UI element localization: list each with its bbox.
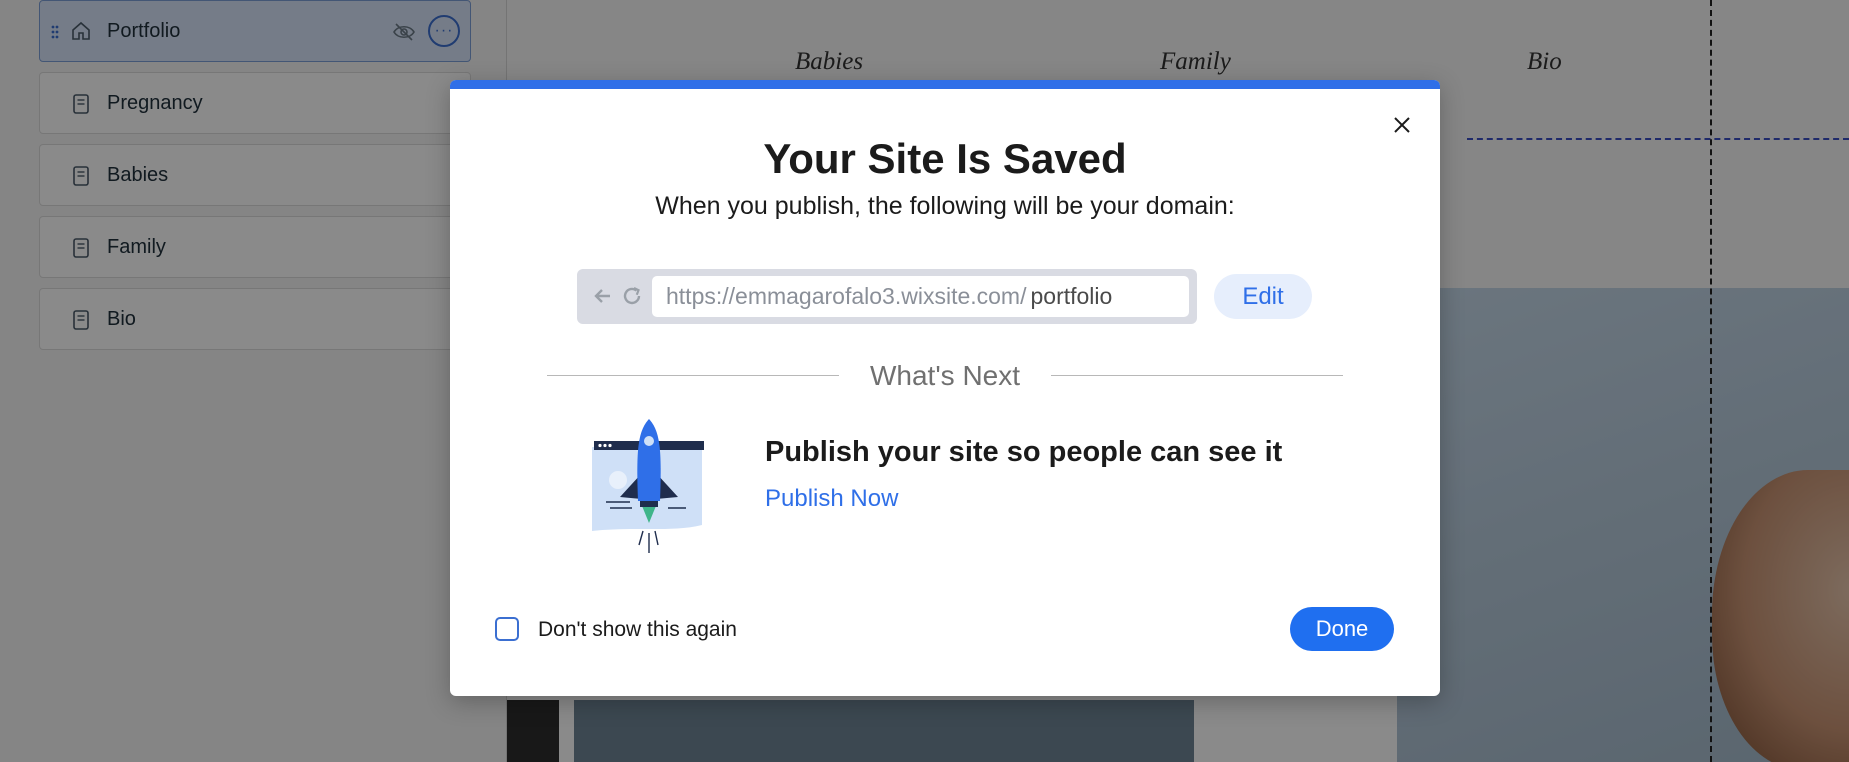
whats-next-heading: What's Next (869, 360, 1021, 391)
divider-left (547, 375, 839, 376)
dialog-title: Your Site Is Saved (763, 135, 1127, 182)
domain-url-base: https://emmagarofalo3.wixsite.com/ (666, 283, 1027, 309)
edit-domain-button[interactable]: Edit (1214, 274, 1312, 319)
divider-right (1051, 375, 1343, 376)
dialog-subtitle: When you publish, the following will be … (655, 192, 1235, 220)
dont-show-again-checkbox[interactable] (495, 617, 519, 641)
publish-heading: Publish your site so people can see it (765, 436, 1283, 468)
back-arrow-icon (594, 289, 610, 303)
refresh-icon (623, 287, 641, 305)
domain-url-field: https://emmagarofalo3.wixsite.com/ portf… (652, 276, 1189, 317)
dialog-top-accent-bar (450, 80, 1440, 89)
domain-preview: https://emmagarofalo3.wixsite.com/ portf… (577, 269, 1197, 324)
domain-url-slug: portfolio (1030, 283, 1113, 309)
publish-now-link[interactable]: Publish Now (765, 485, 898, 513)
site-saved-dialog: Your Site Is Saved When you publish, the… (450, 80, 1440, 696)
done-button[interactable]: Done (1290, 607, 1394, 651)
dont-show-again-label[interactable]: Don't show this again (538, 618, 737, 642)
rocket-launch-icon (592, 419, 704, 553)
